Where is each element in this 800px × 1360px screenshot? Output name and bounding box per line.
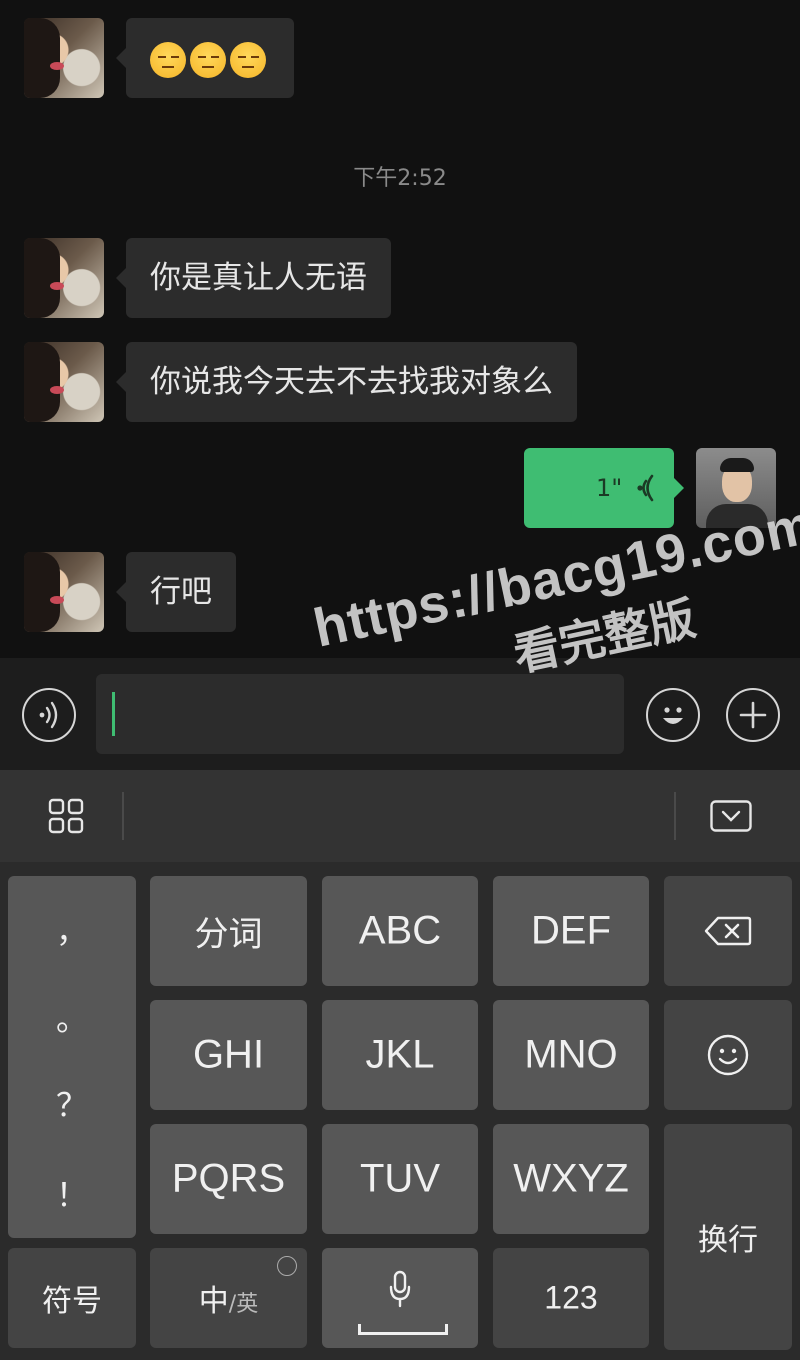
toolbar-divider	[122, 792, 124, 840]
emoji-button[interactable]	[646, 688, 700, 742]
grid-icon[interactable]	[48, 798, 84, 834]
lang-alt-label: /英	[228, 1292, 259, 1317]
message-input[interactable]	[96, 674, 624, 754]
voice-input-icon	[39, 701, 58, 729]
key-abc[interactable]: ABC	[322, 876, 478, 986]
toolbar-divider	[674, 792, 676, 840]
backspace-icon	[704, 916, 752, 946]
unamused-face-icon	[150, 41, 186, 78]
keyboard-hide-icon[interactable]	[710, 800, 752, 832]
text-caret	[112, 692, 115, 736]
numbers-key[interactable]: 123	[493, 1248, 649, 1348]
contact-avatar[interactable]	[24, 552, 104, 632]
key-ghi[interactable]: GHI	[150, 1000, 307, 1110]
key-segment[interactable]: 分词	[150, 876, 307, 986]
voice-message-bubble[interactable]: 1"	[524, 448, 684, 528]
punct-question-key[interactable]: ？	[8, 1080, 136, 1126]
more-button[interactable]	[726, 688, 780, 742]
space-key[interactable]	[322, 1248, 478, 1348]
symbols-key[interactable]: 符号	[8, 1248, 136, 1348]
punct-period-key[interactable]: 。	[8, 994, 136, 1040]
punct-comma-key[interactable]: ，	[8, 906, 136, 952]
contact-avatar[interactable]	[24, 238, 104, 318]
key-mno[interactable]: MNO	[493, 1000, 649, 1110]
chat-area: 下午2:52 你是真让人无语 你说我今天去不去找我对象么 1" 行吧	[0, 0, 800, 658]
unamused-face-icon	[230, 41, 266, 78]
key-def[interactable]: DEF	[493, 876, 649, 986]
punctuation-column[interactable]: ， 。 ？ ！	[8, 876, 136, 1238]
keyboard: ， 。 ？ ！ 分词 ABC DEF GHI JKL MNO PQRS TUV …	[0, 770, 800, 1360]
globe-icon	[277, 1256, 297, 1276]
emoji-key[interactable]	[664, 1000, 792, 1110]
key-jkl[interactable]: JKL	[322, 1000, 478, 1110]
unamused-face-icon	[190, 41, 226, 78]
message-text: 行吧	[150, 574, 212, 610]
language-switch-key[interactable]: 中/英	[150, 1248, 307, 1348]
voice-input-button[interactable]	[22, 688, 76, 742]
message-bubble[interactable]: 你是真让人无语	[116, 238, 391, 318]
enter-key[interactable]: 换行	[664, 1124, 792, 1350]
plus-icon	[739, 701, 767, 729]
mic-icon	[389, 1270, 411, 1308]
space-bar-indicator	[358, 1324, 448, 1335]
key-wxyz[interactable]: WXYZ	[493, 1124, 649, 1234]
voice-duration: 1"	[596, 474, 623, 502]
voice-wave-icon	[635, 474, 654, 502]
lang-main-label: 中	[198, 1284, 229, 1319]
punct-exclaim-key[interactable]: ！	[8, 1170, 136, 1216]
backspace-key[interactable]	[664, 876, 792, 986]
smiley-icon	[663, 707, 683, 724]
message-text: 你是真让人无语	[150, 260, 367, 296]
message-text: 你说我今天去不去找我对象么	[150, 364, 553, 400]
key-pqrs[interactable]: PQRS	[150, 1124, 307, 1234]
smiley-icon	[707, 1034, 749, 1076]
message-bubble-emoji[interactable]	[116, 18, 294, 98]
message-bubble[interactable]: 你说我今天去不去找我对象么	[116, 342, 577, 422]
contact-avatar[interactable]	[24, 342, 104, 422]
message-bubble[interactable]: 行吧	[116, 552, 236, 632]
key-tuv[interactable]: TUV	[322, 1124, 478, 1234]
input-bar	[0, 658, 800, 770]
message-timestamp: 下午2:52	[353, 166, 447, 191]
keyboard-toolbar	[0, 770, 800, 862]
my-avatar[interactable]	[696, 448, 776, 528]
contact-avatar[interactable]	[24, 18, 104, 98]
